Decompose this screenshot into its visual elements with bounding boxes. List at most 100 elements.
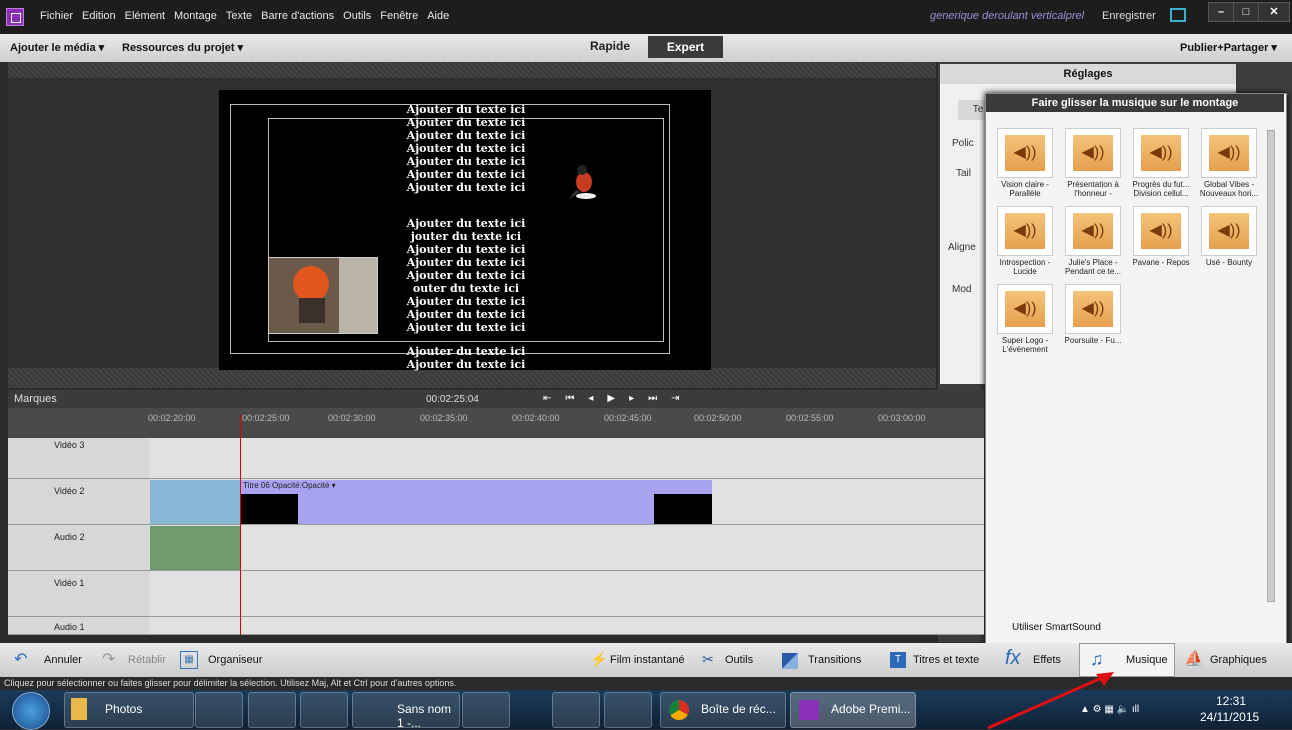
tab-expert[interactable]: Expert xyxy=(648,36,723,58)
title-text-block-bottom[interactable]: Ajouter du texte ici Ajouter du texte ic… xyxy=(356,345,576,371)
playhead[interactable] xyxy=(240,415,241,635)
music-item[interactable]: ◀)) Global Vibes - Nouveaux hori... xyxy=(1199,128,1259,198)
music-item[interactable]: ◀)) Progrès du fut... Division cellul... xyxy=(1131,128,1191,198)
music-item[interactable]: ◀)) Vision claire - Parallèle xyxy=(995,128,1055,198)
music-item[interactable]: ◀)) Super Logo - L'événement xyxy=(995,284,1055,354)
taskbar-media-player-icon[interactable] xyxy=(195,692,243,728)
title-line: Ajouter du texte ici xyxy=(406,321,526,334)
instant-movie-icon[interactable]: ⚡ xyxy=(590,651,607,668)
taskbar-photoshop-elements-icon[interactable] xyxy=(552,692,600,728)
menu-bar: Fichier Edition Elément Montage Texte Ba… xyxy=(40,10,458,22)
menu-montage[interactable]: Montage xyxy=(174,10,217,22)
taskbar-item-photos[interactable]: Photos xyxy=(64,692,194,728)
title-line: Ajouter du texte ici xyxy=(406,116,526,129)
graphics-button[interactable]: Graphiques xyxy=(1210,654,1267,666)
bird-graphic[interactable] xyxy=(566,162,598,202)
music-item[interactable]: ◀)) Poursuite - Fu... xyxy=(1063,284,1123,354)
menu-text[interactable]: Texte xyxy=(226,10,252,22)
track-row-audio1[interactable] xyxy=(150,617,984,635)
clock-time[interactable]: 12:31 xyxy=(1216,694,1246,708)
title-line: Ajouter du texte ici xyxy=(406,217,526,230)
track-row-video3[interactable] xyxy=(150,438,984,479)
speaker-icon: ◀)) xyxy=(1201,206,1257,256)
undo-icon[interactable]: ↶ xyxy=(14,649,27,669)
menu-help[interactable]: Aide xyxy=(427,10,449,22)
tools-icon[interactable]: ✂ xyxy=(702,651,714,668)
image-overlay[interactable] xyxy=(268,257,378,334)
publish-share-button[interactable]: Publier+Partager ▾ xyxy=(1180,41,1277,54)
track-header-audio1[interactable]: Audio 1 xyxy=(8,617,150,635)
menu-tools[interactable]: Outils xyxy=(343,10,371,22)
taskbar-item-paint[interactable]: Sans nom 1 -... xyxy=(352,692,460,730)
clock-date[interactable]: 24/11/2015 xyxy=(1200,710,1259,724)
graphics-icon[interactable]: ⛵ xyxy=(1184,649,1204,669)
audio-clip[interactable] xyxy=(150,526,240,570)
track-header-video2[interactable]: Vidéo 2 xyxy=(8,479,150,525)
project-assets-button[interactable]: Ressources du projet ▾ xyxy=(122,41,243,54)
music-item[interactable]: ◀)) Pavane - Repos xyxy=(1131,206,1191,276)
fullscreen-icon[interactable] xyxy=(1170,8,1186,22)
minimize-button[interactable]: – xyxy=(1208,2,1234,22)
redo-icon[interactable]: ↷ xyxy=(102,649,115,669)
tab-quick[interactable]: Rapide xyxy=(590,39,630,53)
status-text: Cliquez pour sélectionner ou faites glis… xyxy=(4,678,457,688)
workspace-bar: Ajouter le média ▾ Ressources du projet … xyxy=(0,34,1292,62)
menu-element[interactable]: Elément xyxy=(125,10,165,22)
smartsound-link[interactable]: Utiliser SmartSound xyxy=(1012,622,1101,633)
organizer-icon[interactable]: ▦ xyxy=(180,651,198,669)
organizer-button[interactable]: Organiseur xyxy=(208,654,262,666)
titles-button[interactable]: Titres et texte xyxy=(913,654,979,666)
title-text-block-mid[interactable]: Ajouter du texte ici jouter du texte ici… xyxy=(356,217,576,334)
app-logo-icon xyxy=(6,8,24,26)
track-header-video3[interactable]: Vidéo 3 xyxy=(8,438,150,479)
track-row-video1[interactable] xyxy=(150,571,984,617)
save-button[interactable]: Enregistrer xyxy=(1102,10,1156,22)
title-clip[interactable]: Titre 06 Opacité:Opacité ▾ xyxy=(240,480,712,524)
document-title: generique deroulant verticalprel xyxy=(930,10,1085,22)
menu-edit[interactable]: Edition xyxy=(82,10,116,22)
title-line: Ajouter du texte ici xyxy=(406,256,526,269)
menu-window[interactable]: Fenêtre xyxy=(380,10,418,22)
title-text-block-top[interactable]: Ajouter du texte ici Ajouter du texte ic… xyxy=(356,103,576,194)
tools-button[interactable]: Outils xyxy=(725,654,753,666)
add-media-button[interactable]: Ajouter le média ▾ xyxy=(10,41,104,54)
instant-movie-button[interactable]: Film instantané xyxy=(610,654,685,666)
video-clip[interactable] xyxy=(150,480,240,524)
music-button-label: Musique xyxy=(1126,654,1168,666)
timeline-controls: Marques 00:02:25:04 ⇤⏮◂▶▸⏭⇥ xyxy=(8,390,984,408)
taskbar-item-chrome[interactable]: Boîte de réc... xyxy=(660,692,786,728)
track-header-video1[interactable]: Vidéo 1 xyxy=(8,571,150,617)
maximize-button[interactable]: □ xyxy=(1233,2,1259,22)
titles-icon[interactable]: T xyxy=(890,652,906,668)
music-item[interactable]: ◀)) Introspection - Lucide xyxy=(995,206,1055,276)
music-item[interactable]: ◀)) Julie's Place - Pendant ce te... xyxy=(1063,206,1123,276)
taskbar-premiere-icon[interactable] xyxy=(604,692,652,728)
taskbar-item-premiere[interactable]: Adobe Premi... xyxy=(790,692,916,728)
start-button-icon[interactable] xyxy=(12,692,50,730)
menu-file[interactable]: Fichier xyxy=(40,10,73,22)
taskbar-calculator-icon[interactable] xyxy=(248,692,296,728)
redo-button[interactable]: Rétablir xyxy=(128,654,166,666)
music-panel-title: Faire glisser la musique sur le montage xyxy=(986,94,1284,112)
taskbar-book-icon[interactable] xyxy=(300,692,348,728)
close-button[interactable]: ✕ xyxy=(1258,2,1290,22)
undo-button[interactable]: Annuler xyxy=(44,654,82,666)
speaker-icon: ◀)) xyxy=(1065,128,1121,178)
track-header-audio2[interactable]: Audio 2 xyxy=(8,525,150,571)
transitions-button[interactable]: Transitions xyxy=(808,654,861,666)
markers-menu[interactable]: Marques xyxy=(14,393,57,405)
track-row-audio2[interactable] xyxy=(150,525,984,571)
transport-controls[interactable]: ⇤⏮◂▶▸⏭⇥ xyxy=(543,393,694,404)
mode-label: Mod xyxy=(952,284,972,295)
title-bar: Fichier Edition Elément Montage Texte Ba… xyxy=(0,0,1292,34)
ruler-tick: 00:02:45:00 xyxy=(604,413,652,423)
ruler-tick: 00:02:20:00 xyxy=(148,413,196,423)
music-item[interactable]: ◀)) Usé - Bounty xyxy=(1199,206,1259,276)
transitions-icon[interactable] xyxy=(782,653,798,669)
menu-action-bar[interactable]: Barre d'actions xyxy=(261,10,334,22)
ruler-tick: 00:02:25:00 xyxy=(242,413,290,423)
music-item[interactable]: ◀)) Présentation à l'honneur - xyxy=(1063,128,1123,198)
music-scrollbar[interactable] xyxy=(1267,130,1275,602)
title-line: Ajouter du texte ici xyxy=(406,181,526,194)
taskbar-picasa-icon[interactable] xyxy=(462,692,510,728)
